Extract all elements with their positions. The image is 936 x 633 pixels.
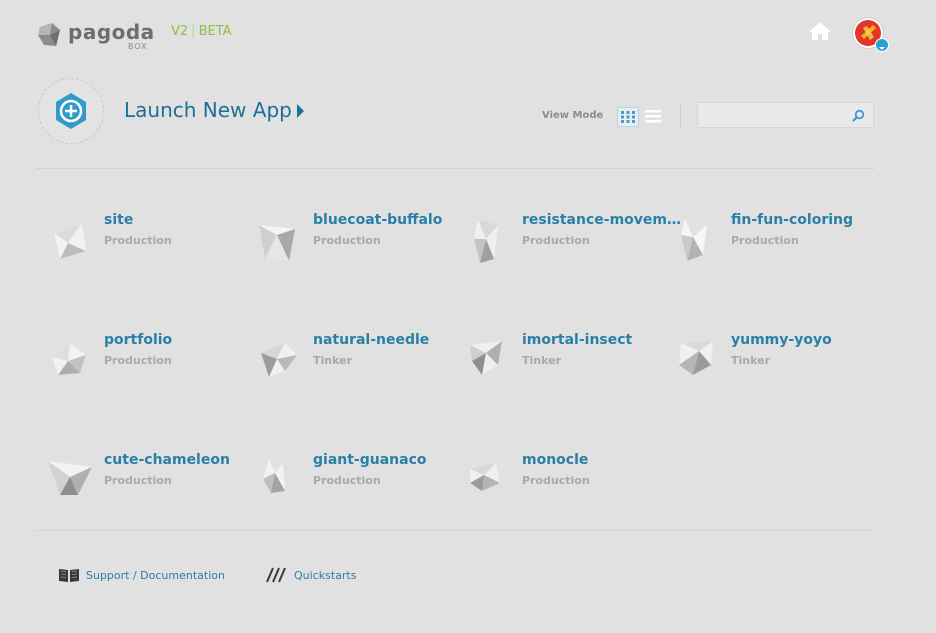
launch-new-app-button[interactable]	[38, 78, 104, 144]
book-icon	[59, 569, 79, 582]
app-gem-icon	[48, 461, 92, 495]
logo-gem-icon	[38, 23, 60, 46]
app-card[interactable]: cute-chameleon Production	[46, 450, 246, 520]
app-gem-icon	[263, 459, 285, 493]
app-gem-icon	[261, 343, 297, 377]
app-gem-icon	[470, 463, 500, 491]
app-card[interactable]: bluecoat-buffalo Production	[255, 210, 455, 280]
app-gem-icon	[54, 223, 86, 259]
app-name[interactable]: portfolio	[104, 332, 172, 348]
search-input[interactable]	[698, 103, 864, 127]
app-environment: Tinker	[522, 354, 562, 367]
avatar-dropdown-icon[interactable]	[875, 38, 889, 52]
app-name[interactable]: cute-chameleon	[104, 452, 230, 468]
app-name[interactable]: bluecoat-buffalo	[313, 212, 442, 228]
logo-subtext: BOX	[128, 42, 148, 51]
app-card[interactable]: monocle Production	[464, 450, 664, 520]
search-box[interactable]	[697, 102, 874, 128]
launch-new-app-link[interactable]: Launch New App	[124, 98, 292, 122]
search-icon[interactable]	[851, 109, 865, 123]
logo-text: pagoda	[68, 20, 155, 44]
app-environment: Production	[104, 354, 172, 367]
app-environment: Production	[104, 234, 172, 247]
app-gem-icon	[259, 225, 295, 261]
bottom-divider	[36, 530, 875, 531]
quickstarts-link[interactable]: Quickstarts	[266, 567, 356, 583]
app-name[interactable]: natural-needle	[313, 332, 429, 348]
version-stage: BETA	[198, 24, 232, 39]
app-name[interactable]: imortal-insect	[522, 332, 632, 348]
app-environment: Tinker	[313, 354, 353, 367]
app-environment: Production	[313, 474, 381, 487]
app-card[interactable]: resistance-movem... Production	[464, 210, 682, 280]
app-environment: Production	[522, 234, 590, 247]
app-card[interactable]: fin-fun-coloring Production	[673, 210, 873, 280]
grid-view-button[interactable]	[617, 107, 639, 127]
add-app-icon	[56, 93, 86, 129]
app-name[interactable]: yummy-yoyo	[731, 332, 832, 348]
app-card[interactable]: giant-guanaco Production	[255, 450, 455, 520]
support-documentation-link[interactable]: Support / Documentation	[58, 567, 225, 583]
version-badge: V2 | BETA	[171, 24, 232, 39]
quickstarts-label: Quickstarts	[294, 568, 357, 582]
top-divider	[36, 168, 875, 169]
version-label: V2	[171, 24, 189, 39]
grid-icon	[621, 111, 635, 123]
app-environment: Production	[522, 474, 590, 487]
app-gem-icon	[52, 343, 86, 375]
app-name[interactable]: monocle	[522, 452, 588, 468]
pagoda-logo[interactable]: pagoda BOX	[36, 18, 154, 52]
app-gem-icon	[681, 219, 707, 261]
app-card[interactable]: imortal-insect Tinker	[464, 330, 664, 400]
list-view-button[interactable]	[644, 108, 662, 124]
home-icon	[809, 22, 831, 40]
app-card[interactable]: yummy-yoyo Tinker	[673, 330, 873, 400]
app-gem-icon	[470, 341, 502, 375]
app-name[interactable]: site	[104, 212, 133, 228]
launch-arrow-icon[interactable]	[297, 104, 304, 118]
app-card[interactable]: site Production	[46, 210, 246, 280]
app-environment: Production	[104, 474, 172, 487]
app-name[interactable]: giant-guanaco	[313, 452, 427, 468]
app-environment: Tinker	[731, 354, 771, 367]
app-name[interactable]: fin-fun-coloring	[731, 212, 853, 228]
toolbar-divider	[680, 104, 681, 128]
quickstarts-icon	[266, 567, 286, 583]
list-icon	[645, 110, 661, 123]
app-card[interactable]: portfolio Production	[46, 330, 246, 400]
app-gem-icon	[474, 219, 498, 263]
app-card[interactable]: natural-needle Tinker	[255, 330, 455, 400]
app-environment: Production	[731, 234, 799, 247]
app-environment: Production	[313, 234, 381, 247]
home-button[interactable]	[808, 20, 832, 42]
view-mode-label: View Mode	[542, 110, 604, 121]
app-name[interactable]: resistance-movem...	[522, 212, 682, 228]
support-label: Support / Documentation	[86, 568, 225, 582]
app-gem-icon	[679, 341, 713, 375]
